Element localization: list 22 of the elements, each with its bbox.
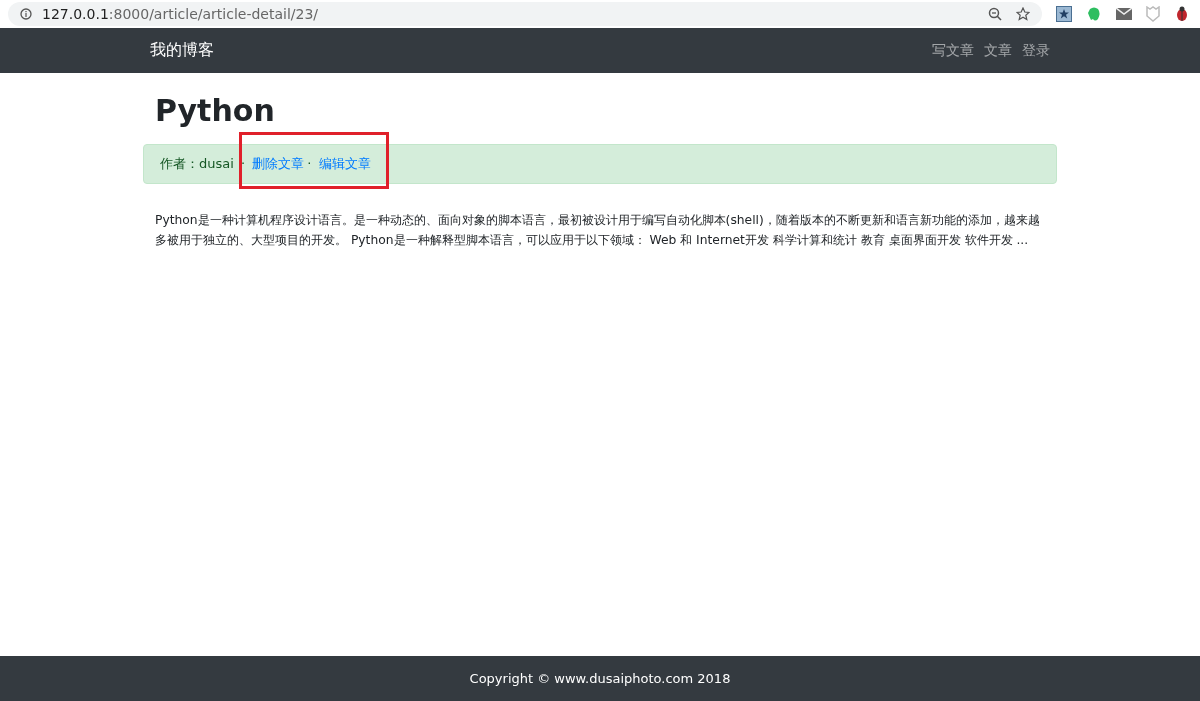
separator-dot: ·	[307, 156, 312, 171]
address-bar[interactable]: 127.0.0.1:8000/article/article-detail/23/	[8, 2, 1042, 26]
separator-dot: ·	[241, 156, 246, 171]
bookmark-extension-icon[interactable]	[1056, 6, 1072, 22]
nav-link[interactable]: 写文章	[932, 41, 974, 60]
url-path: :8000/article/article-detail/23/	[108, 6, 319, 22]
mail-icon[interactable]	[1116, 8, 1132, 20]
article-action-link[interactable]: 编辑文章	[318, 156, 371, 171]
author-name: dusai	[199, 156, 234, 171]
article-action-link[interactable]: 删除文章	[252, 156, 305, 171]
article-body: Python是一种计算机程序设计语言。是一种动态的、面向对象的脚本语言，最初被设计用于编写自动化脚本(shell)，随着版本的不断更新和语言新功能的添加，越来越多被用于独立的、大型项目的开发。 Python是一种解释型脚本语言，可以应用于以下领域： Web 和 Internet开发 科学计算和统计 教育 桌面界面开发 软件开发 ...	[155, 212, 1041, 249]
url-host: 127.0.0.1	[42, 6, 109, 22]
bug-icon[interactable]	[1174, 6, 1190, 22]
article-title: Python	[155, 93, 276, 128]
nav-link[interactable]: 文章	[984, 41, 1012, 60]
brand-link[interactable]: 我的博客	[150, 40, 214, 61]
nav-link[interactable]: 登录	[1022, 41, 1050, 60]
info-icon[interactable]	[20, 8, 32, 20]
copyright-text: Copyright © www.dusaiphoto.com 2018	[469, 671, 731, 686]
zoom-icon[interactable]	[988, 7, 1002, 21]
star-icon[interactable]	[1016, 7, 1030, 21]
author-label: 作者：	[160, 156, 199, 171]
